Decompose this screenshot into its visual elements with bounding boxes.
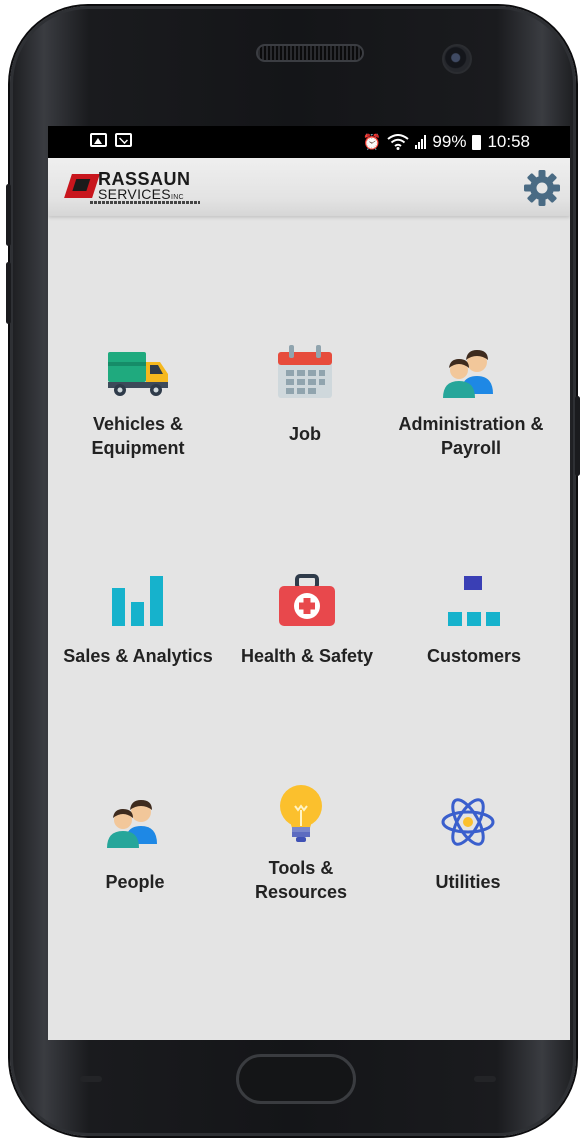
tile-administration-payroll[interactable]: Administration & Payroll bbox=[384, 340, 558, 460]
volume-up-button bbox=[6, 184, 11, 246]
settings-button[interactable] bbox=[522, 168, 562, 208]
tile-label: Job bbox=[288, 424, 321, 444]
front-camera bbox=[442, 44, 472, 74]
volume-down-button bbox=[6, 262, 11, 324]
tile-customers[interactable]: Customers bbox=[387, 568, 561, 668]
tile-sales-analytics[interactable]: Sales & Analytics bbox=[51, 568, 225, 668]
people-icon bbox=[107, 800, 157, 848]
truck-icon bbox=[108, 352, 168, 396]
logo-subtitle: SERVICESINC bbox=[98, 186, 184, 202]
tile-label: Customers bbox=[426, 646, 522, 666]
org-chart-icon bbox=[448, 576, 500, 626]
tile-label: Health & Safety bbox=[240, 646, 374, 666]
tile-label: Vehicles & Equipment bbox=[91, 414, 185, 458]
module-grid: Vehicles & Equipment Job Administration … bbox=[48, 216, 570, 1040]
tile-vehicles-equipment[interactable]: Vehicles & Equipment bbox=[51, 340, 225, 460]
company-logo[interactable]: RASSAUN SERVICESINC bbox=[64, 168, 208, 208]
atom-icon bbox=[441, 798, 495, 846]
gear-icon bbox=[524, 170, 560, 206]
wifi-icon bbox=[387, 134, 410, 150]
tile-label: Sales & Analytics bbox=[63, 646, 213, 666]
tile-label: People bbox=[105, 872, 165, 892]
earpiece-speaker bbox=[256, 44, 364, 62]
app-header: RASSAUN SERVICESINC bbox=[48, 158, 570, 216]
status-bar: ⏰ 99% 10:58 bbox=[48, 126, 570, 158]
home-button[interactable] bbox=[236, 1054, 356, 1104]
calendar-icon bbox=[278, 345, 332, 398]
first-aid-icon bbox=[279, 574, 335, 626]
tile-label: Administration & Payroll bbox=[398, 414, 544, 458]
mail-icon bbox=[115, 133, 132, 147]
lightbulb-icon bbox=[280, 785, 322, 842]
phone-frame: ⏰ 99% 10:58 RASSAUN SERVICESINC Vehicles… bbox=[6, 6, 580, 1136]
tile-health-safety[interactable]: Health & Safety bbox=[220, 568, 394, 668]
image-icon bbox=[90, 133, 107, 147]
tile-people[interactable]: People bbox=[48, 790, 222, 894]
alarm-icon: ⏰ bbox=[362, 134, 382, 151]
tile-label: Tools & Resources bbox=[254, 858, 348, 902]
tile-tools-resources[interactable]: Tools & Resources bbox=[214, 784, 388, 904]
logo-suffix: INC bbox=[170, 194, 184, 201]
logo-mark bbox=[64, 174, 100, 198]
bar-chart-icon bbox=[112, 576, 163, 626]
tile-label: Utilities bbox=[435, 872, 501, 892]
signal-icon bbox=[415, 135, 427, 149]
battery-percent: 99% bbox=[432, 132, 467, 151]
back-key[interactable] bbox=[474, 1076, 496, 1082]
battery-icon bbox=[472, 134, 482, 150]
power-button bbox=[575, 396, 580, 476]
people-icon bbox=[443, 350, 493, 398]
clock: 10:58 bbox=[487, 132, 530, 151]
logo-tagline bbox=[90, 201, 200, 204]
recent-apps-key[interactable] bbox=[80, 1076, 102, 1082]
logo-subtitle-text: SERVICES bbox=[98, 186, 171, 202]
tile-utilities[interactable]: Utilities bbox=[381, 790, 555, 894]
app-screen: ⏰ 99% 10:58 RASSAUN SERVICESINC Vehicles… bbox=[48, 126, 570, 1040]
tile-job[interactable]: Job bbox=[218, 340, 392, 446]
